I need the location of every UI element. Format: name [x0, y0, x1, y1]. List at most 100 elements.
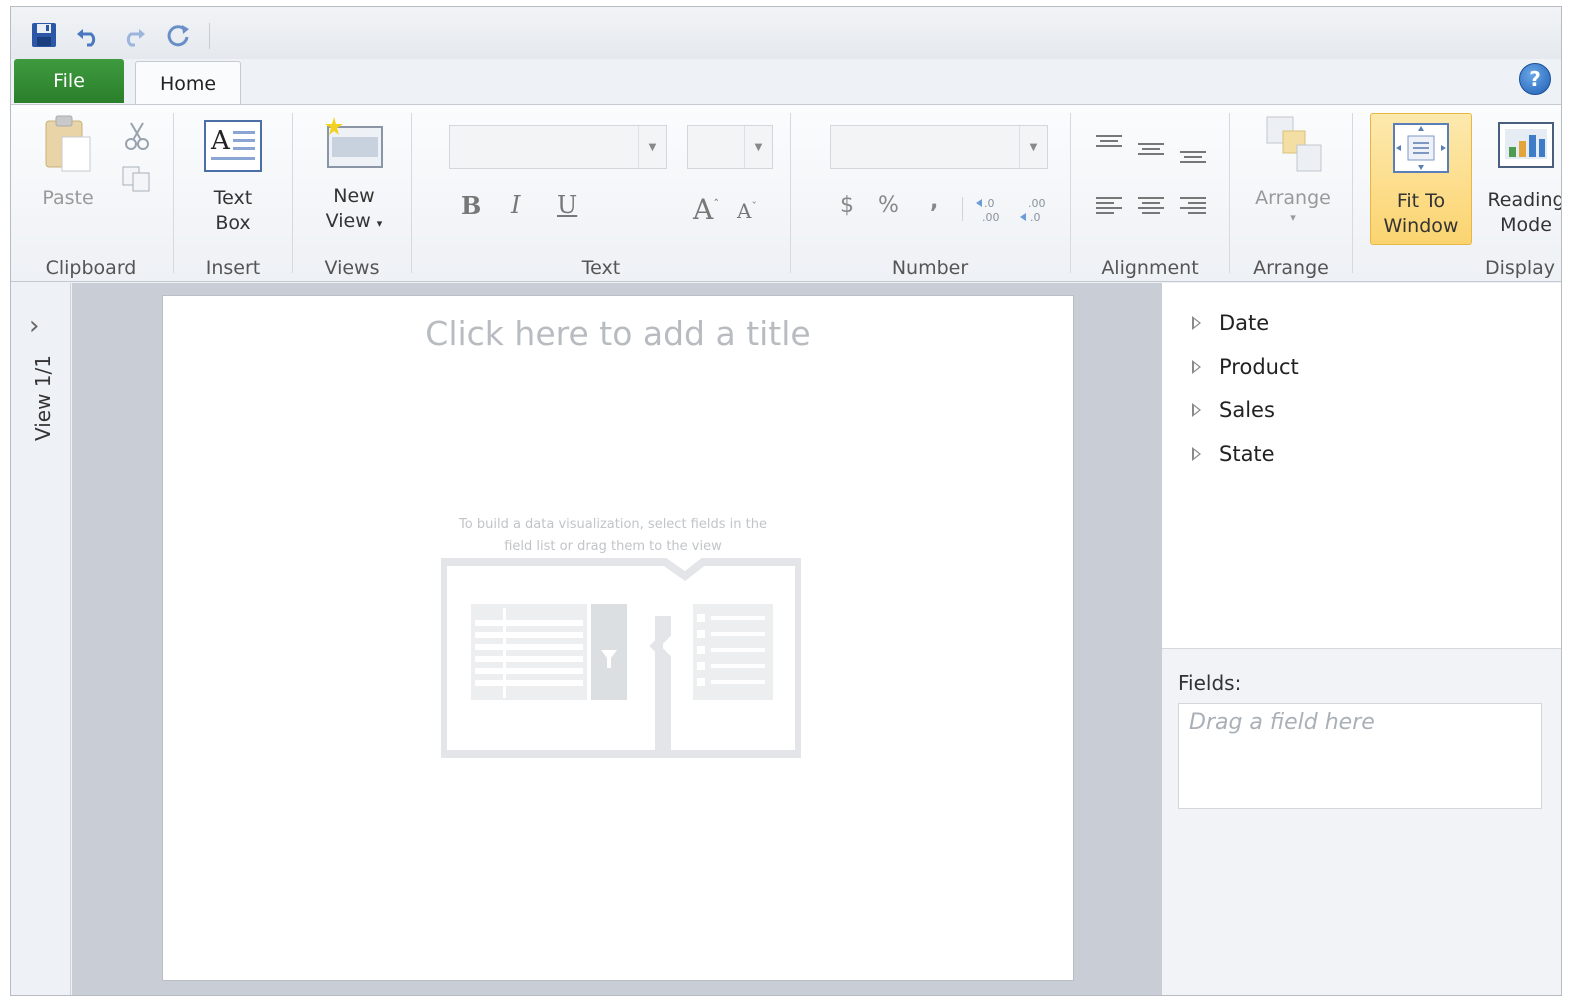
empty-view-illustration-icon: [441, 558, 801, 758]
group-label-number: Number: [891, 257, 969, 279]
quick-access-toolbar: [11, 7, 1561, 59]
ribbon-tabs: File Home ?: [11, 59, 1561, 105]
align-top-icon[interactable]: [1094, 133, 1124, 155]
view-canvas[interactable]: Click here to add a title To build a dat…: [162, 295, 1074, 981]
field-item-date[interactable]: Date: [1192, 308, 1269, 338]
font-name-select[interactable]: ▼: [449, 125, 667, 169]
field-tree: Date Product Sales State: [1162, 283, 1561, 649]
expand-triangle-icon[interactable]: [1192, 403, 1201, 417]
expand-triangle-icon[interactable]: [1192, 360, 1201, 374]
dropdown-arrow-icon: ▾: [1290, 211, 1296, 224]
group-separator: [173, 113, 174, 273]
dropdown-arrow-icon: ▼: [638, 126, 666, 168]
view-counter: View 1/1: [31, 354, 55, 442]
align-left-icon[interactable]: [1094, 195, 1124, 219]
svg-text:.00: .00: [1028, 197, 1046, 210]
undo-icon[interactable]: [73, 21, 103, 49]
group-separator: [292, 113, 293, 273]
fields-drop-zone[interactable]: Drag a field here: [1178, 703, 1542, 809]
dropdown-arrow-icon: ▼: [744, 126, 772, 168]
field-item-product[interactable]: Product: [1192, 352, 1299, 382]
currency-button[interactable]: $: [840, 193, 854, 218]
fields-label: Fields:: [1178, 671, 1242, 695]
expand-triangle-icon[interactable]: [1192, 447, 1201, 461]
field-item-state[interactable]: State: [1192, 439, 1275, 469]
group-label-insert: Insert: [205, 257, 261, 279]
percent-button[interactable]: %: [878, 193, 899, 218]
arrange-button[interactable]: Arrange ▾: [1245, 113, 1341, 225]
group-insert: A Text Box Insert: [175, 105, 291, 281]
group-label-text: Text: [581, 257, 621, 279]
number-format-select[interactable]: ▼: [830, 125, 1048, 169]
italic-button[interactable]: I: [511, 191, 520, 219]
group-separator: [1229, 113, 1230, 273]
group-label-views: Views: [324, 257, 380, 279]
separator: [962, 197, 963, 221]
group-arrange: Arrange ▾ Arrange: [1231, 105, 1351, 281]
align-middle-icon[interactable]: [1136, 139, 1166, 161]
cut-icon[interactable]: [123, 121, 151, 151]
increase-decimal-icon[interactable]: .0 .00: [974, 195, 1008, 225]
refresh-icon[interactable]: [163, 21, 193, 49]
group-label-alignment: Alignment: [1101, 257, 1199, 279]
title-placeholder[interactable]: Click here to add a title: [163, 314, 1073, 353]
help-icon[interactable]: ?: [1519, 63, 1551, 95]
tab-file[interactable]: File: [14, 59, 124, 103]
arrange-icon: [1266, 116, 1322, 172]
dropdown-arrow-icon: ▾: [376, 217, 383, 230]
empty-view-hint: To build a data visualization, select fi…: [459, 517, 767, 554]
app-window: File Home ? Paste Clipboard A Text Box I…: [10, 6, 1562, 996]
ribbon: Paste Clipboard A Text Box Insert New Vi…: [11, 104, 1561, 282]
align-bottom-icon[interactable]: [1178, 145, 1208, 167]
group-separator: [790, 113, 791, 273]
dropdown-arrow-icon: ▼: [1019, 126, 1047, 168]
font-size-select[interactable]: ▼: [687, 125, 773, 169]
group-label-arrange: Arrange: [1253, 257, 1329, 279]
group-clipboard: Paste Clipboard: [11, 105, 171, 281]
text-box-button[interactable]: A Text Box: [195, 119, 271, 236]
drop-placeholder: Drag a field here: [1189, 710, 1375, 735]
grow-font-icon[interactable]: Aˆ: [693, 193, 719, 226]
expand-triangle-icon[interactable]: [1192, 316, 1201, 330]
save-icon[interactable]: [29, 21, 59, 49]
field-item-sales[interactable]: Sales: [1192, 395, 1275, 425]
paste-button[interactable]: Paste: [33, 113, 103, 211]
align-right-icon[interactable]: [1178, 195, 1208, 219]
group-separator: [1352, 113, 1353, 273]
reading-mode-icon: [1498, 122, 1554, 168]
toolbar-separator: [209, 23, 210, 49]
paste-icon: [45, 115, 91, 172]
group-views: New View ▾ Views: [294, 105, 410, 281]
group-label-display: Display: [1484, 257, 1555, 279]
fit-to-window-icon: [1393, 123, 1449, 173]
redo-icon[interactable]: [119, 21, 149, 49]
group-separator: [411, 113, 412, 273]
svg-text:A: A: [210, 126, 231, 156]
copy-icon[interactable]: [121, 165, 153, 193]
fit-to-window-button[interactable]: Fit To Window: [1370, 113, 1472, 245]
svg-text:.0: .0: [1030, 211, 1041, 224]
group-alignment: Alignment: [1072, 105, 1228, 281]
shrink-font-icon[interactable]: Aˇ: [737, 199, 757, 223]
group-text: ▼ ▼ B I U Aˆ Aˇ Text: [413, 105, 789, 281]
group-label-clipboard: Clipboard: [45, 257, 137, 279]
group-display: Fit To Window Reading Mode Display: [1354, 105, 1561, 281]
group-number: ▼ $ % , .0 .00 .00 .0 Number: [792, 105, 1068, 281]
new-view-icon: [325, 117, 383, 168]
view-navigator: › View 1/1: [11, 283, 71, 995]
reading-mode-button[interactable]: Reading Mode: [1478, 117, 1561, 238]
field-list-panel: Date Product Sales State Fields: Drag a …: [1161, 283, 1561, 995]
bold-button[interactable]: B: [461, 191, 481, 220]
new-view-button[interactable]: New View ▾: [312, 115, 396, 236]
text-box-icon: A: [204, 120, 262, 172]
canvas-area: Click here to add a title To build a dat…: [72, 283, 1161, 995]
svg-text:.00: .00: [982, 211, 1000, 224]
align-center-icon[interactable]: [1136, 195, 1166, 219]
group-separator: [1070, 113, 1071, 273]
decrease-decimal-icon[interactable]: .00 .0: [1018, 195, 1052, 225]
underline-button[interactable]: U: [557, 191, 577, 219]
svg-text:.0: .0: [984, 197, 995, 210]
chevron-right-icon[interactable]: ›: [29, 311, 39, 341]
comma-button[interactable]: ,: [930, 189, 938, 214]
tab-home[interactable]: Home: [135, 61, 241, 105]
